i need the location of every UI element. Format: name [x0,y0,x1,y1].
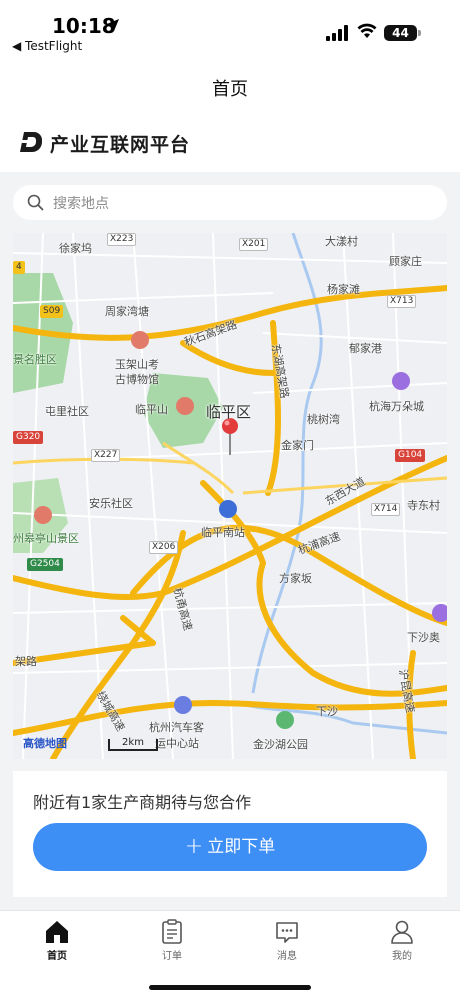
map-label: 州皋亭山景区 [13,532,79,545]
tab-label: 消息 [277,951,297,962]
road-tag: G104 [395,449,426,462]
scenic-poi-icon [34,506,52,524]
user-icon [391,920,413,944]
road-tag: X227 [91,449,121,462]
train-station-poi-icon [219,500,237,518]
battery-indicator: 44 [384,25,417,41]
museum-poi-icon [131,331,149,349]
map-label: 金沙湖公园 [253,738,308,751]
message-icon [276,922,298,943]
promo-text: 附近有1家生产商期待与您合作 [33,793,252,812]
scenic-poi-icon [176,397,194,415]
tab-home[interactable]: 首页 [27,919,87,962]
tab-label: 首页 [47,951,67,962]
tab-orders[interactable]: 订单 [142,919,202,962]
location-pin-icon [222,418,238,455]
map-label: 杭州汽车客 [149,721,204,734]
road-tag: G2504 [27,558,63,571]
promo-card: 附近有1家生产商期待与您合作 + 立即下单 [13,771,447,897]
map-label: 屯里社区 [45,405,89,418]
map-label: 桃树湾 [307,413,340,426]
map-label: 徐家坞 [59,242,92,255]
road-tag: X206 [149,541,179,554]
brand-name: 产业互联网平台 [50,134,191,156]
map-district-label: 临平区 [206,403,252,421]
road-tag: S09 [40,305,64,318]
road-tag: G320 [13,431,44,444]
map-label: 临平山 [135,403,168,416]
road-tag: X201 [239,238,269,251]
map-view[interactable]: 徐家坞 周家湾塘 大漾村 顾家庄 杨家滩 郁家港 玉架山考 古博物馆 景名胜区 … [13,233,447,759]
tab-label: 订单 [162,951,182,962]
search-input[interactable]: 搜索地点 [13,185,447,220]
clipboard-icon [162,919,182,944]
map-label: 玉架山考 [115,358,159,371]
status-bar: 10:18 ◀ TestFlight 44 [0,0,460,58]
tab-profile[interactable]: 我的 [372,919,432,962]
map-label: 大漾村 [325,235,358,248]
map-label: 下沙 [316,705,338,718]
home-indicator [149,985,311,990]
map-label: 架路 [15,655,37,668]
order-now-label: 立即下单 [207,837,276,857]
search-placeholder: 搜索地点 [53,196,109,212]
tab-label: 我的 [392,951,412,962]
map-label: 周家湾塘 [105,305,149,318]
minor-roads [13,233,447,759]
map-canvas [13,233,447,759]
page-title: 首页 [212,79,248,100]
map-label: 杨家滩 [327,283,360,296]
road-tag: X713 [387,295,417,308]
map-credit: 高德地图 [23,737,67,750]
map-label: 杭海万朵城 [369,400,424,413]
location-arrow-icon [107,19,119,31]
map-label: 运中心站 [155,737,199,750]
map-label: 方家坂 [279,572,312,585]
map-label: 古博物馆 [115,373,159,386]
map-label: 金家门 [281,439,314,452]
map-label: 顾家庄 [389,255,422,268]
map-label: 临平南站 [201,526,245,539]
road-tag: X714 [371,503,401,516]
park-poi-icon [276,711,294,729]
road-tag: 4 [13,261,25,274]
back-to-testflight[interactable]: ◀ TestFlight [12,39,82,53]
tab-messages[interactable]: 消息 [257,919,317,962]
bus-station-poi-icon [174,696,192,714]
map-scale: 2km [108,738,158,751]
mall-poi-icon [392,372,410,390]
map-label: 郁家港 [349,342,382,355]
map-label: 寺东村 [407,499,440,512]
map-label: 下沙奥 [407,631,440,644]
home-icon [46,921,68,943]
brand-logo-icon [20,132,42,152]
map-label: 安乐社区 [89,497,133,510]
battery-nub [418,30,421,36]
wifi-icon [357,23,377,38]
search-icon [27,194,44,211]
plus-icon: + [184,834,204,859]
cellular-signal-icon [326,25,348,41]
order-now-button[interactable]: + 立即下单 [33,823,427,871]
map-label: 景名胜区 [13,353,57,366]
road-tag: X223 [107,233,137,246]
